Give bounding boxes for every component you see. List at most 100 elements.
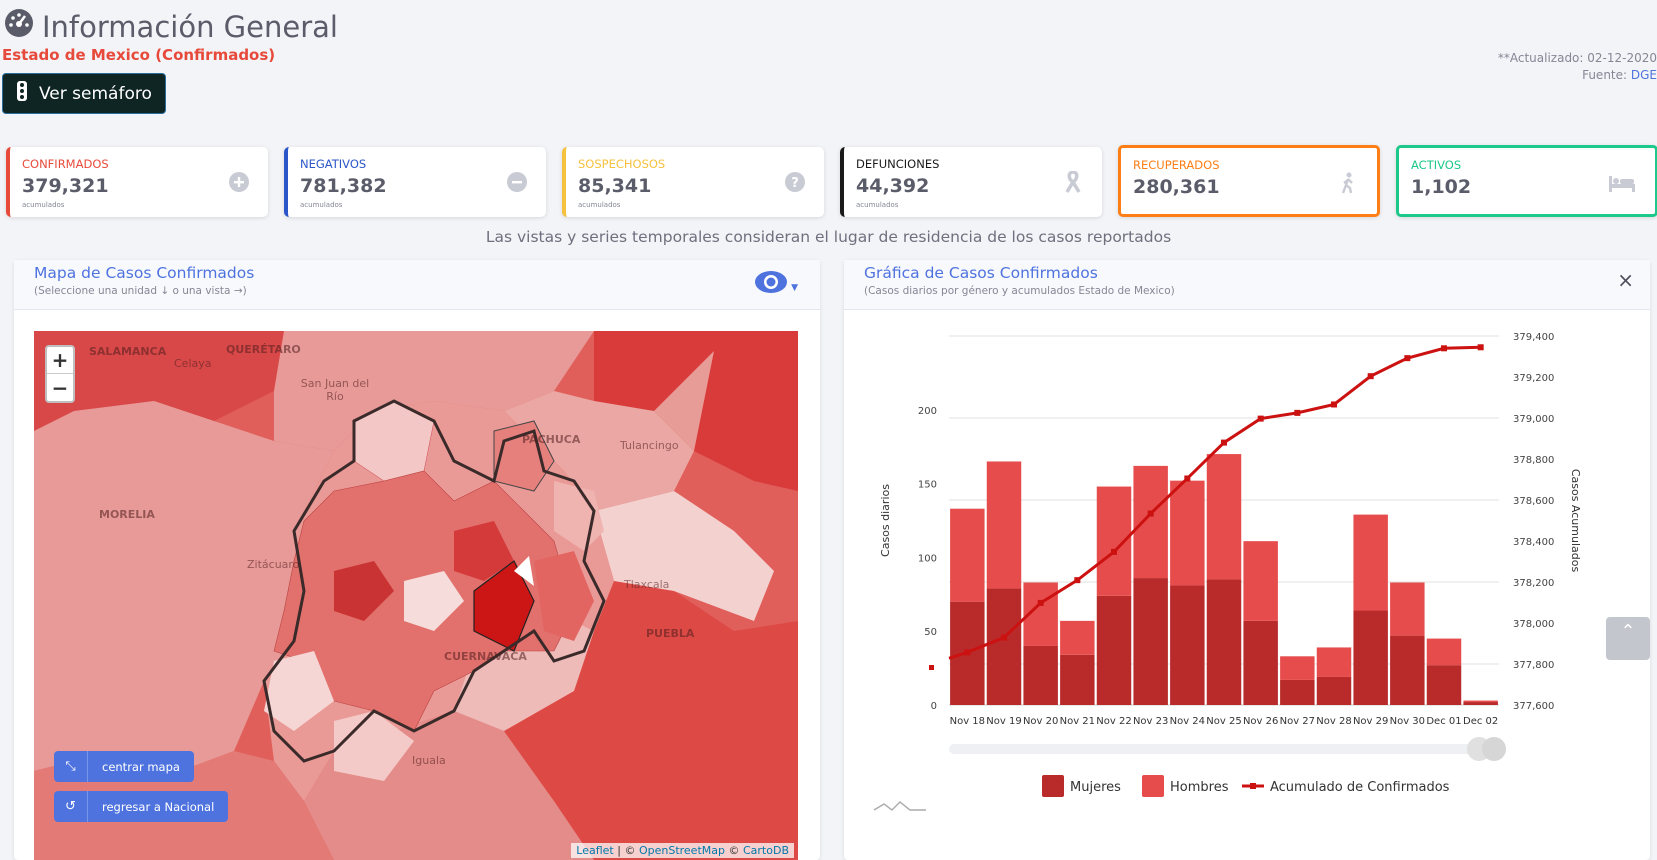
chart-panel-subtitle: (Casos diarios por género y acumulados E… — [864, 285, 1175, 297]
eye-icon — [754, 270, 788, 298]
cases-chart: 0 50 100 150 200 377,600 377,800 378,000 378,200… — [873, 332, 1582, 811]
source-line: Fuente: DGE — [1498, 67, 1657, 84]
zoom-control: + − — [45, 345, 75, 403]
stat-label: ACTIVOS — [1411, 158, 1462, 172]
y2-tick-label: 379,000 — [1513, 414, 1554, 425]
cumulative-point — [1404, 355, 1411, 362]
stat-sub: acumulados — [578, 201, 621, 209]
y2-tick-label: 377,600 — [1513, 701, 1554, 712]
source-link[interactable]: DGE — [1631, 68, 1657, 82]
bar-mujeres — [1206, 579, 1242, 705]
semaforo-button[interactable]: Ver semáforo — [2, 73, 166, 114]
bar-hombres — [1243, 541, 1278, 621]
stat-label: NEGATIVOS — [300, 157, 367, 171]
stat-label: CONFIRMADOS — [22, 157, 109, 171]
y-tick-label: 0 — [931, 701, 937, 712]
x-tick-label: Nov 26 — [1243, 716, 1278, 727]
bar-mujeres — [1280, 679, 1315, 705]
leaflet-link[interactable]: Leaflet — [576, 844, 613, 857]
legend-swatch — [1042, 775, 1064, 797]
bar-mujeres — [1426, 665, 1462, 705]
dashboard-gauge-icon — [4, 8, 34, 45]
stat-card-defunciones: DEFUNCIONES 44,392 acumulados — [840, 147, 1102, 217]
bar-mujeres — [1096, 595, 1132, 705]
compress-icon: ⤡ — [54, 751, 88, 782]
osm-link[interactable]: OpenStreetMap — [639, 844, 725, 857]
x-tick-label: Nov 25 — [1206, 716, 1241, 727]
svg-text:?: ? — [791, 176, 799, 191]
bar-hombres — [1426, 638, 1462, 666]
chevron-up-icon: ⌃ — [1620, 621, 1636, 642]
stat-value: 44,392 — [856, 175, 930, 197]
x-tick-label: Nov 23 — [1133, 716, 1168, 727]
bar-hombres — [1280, 656, 1315, 680]
update-info: **Actualizado: 02-12-2020 Fuente: DGE — [1498, 50, 1657, 84]
stat-sub: acumulados — [300, 201, 343, 209]
map-attribution: Leaflet | © OpenStreetMap © CartoDB — [571, 843, 794, 858]
return-national-label: regresar a Nacional — [102, 799, 215, 814]
bar-mujeres — [1390, 635, 1425, 705]
stat-value: 379,321 — [22, 175, 109, 197]
y2-tick-label: 378,600 — [1513, 496, 1554, 507]
bar-mujeres — [986, 588, 1022, 705]
stat-card-negativos: NEGATIVOS 781,382 acumulados — [284, 147, 546, 217]
y-tick-label: 50 — [924, 627, 937, 638]
zoom-out-button[interactable]: − — [47, 374, 73, 401]
bar-hombres — [1133, 465, 1168, 579]
y2-tick-label: 379,400 — [1513, 332, 1554, 343]
stat-value: 280,361 — [1133, 176, 1220, 198]
zoom-in-button[interactable]: + — [47, 347, 73, 374]
legend-label: Acumulado de Confirmados — [1270, 780, 1450, 795]
close-chart-button[interactable]: × — [1617, 268, 1634, 292]
bar-mujeres — [1316, 676, 1352, 705]
y-axis-title: Casos diarios — [879, 484, 892, 557]
chart-panel: Gráfica de Casos Confirmados (Casos diar… — [844, 260, 1650, 860]
page-title-text: Información General — [42, 9, 338, 44]
x-tick-label: Nov 28 — [1316, 716, 1351, 727]
stat-label: SOSPECHOSOS — [578, 157, 666, 171]
place-label: PACHUCA — [522, 433, 581, 446]
legend-swatch — [1142, 775, 1164, 797]
stat-value: 1,102 — [1411, 176, 1472, 198]
semaforo-label: Ver semáforo — [39, 83, 152, 104]
center-map-label: centrar mapa — [102, 759, 180, 774]
cumulative-point — [1074, 577, 1081, 584]
scroll-to-top-button[interactable]: ⌃ — [1606, 617, 1650, 660]
residence-note: Las vistas y series temporales considera… — [485, 228, 1172, 246]
bed-icon — [1607, 172, 1637, 194]
y2-tick-label: 378,200 — [1513, 578, 1554, 589]
return-national-button[interactable]: ↺ regresar a Nacional — [54, 791, 229, 822]
cumulative-point — [1367, 373, 1374, 380]
stat-sub: acumulados — [856, 201, 899, 209]
page-title: Información General — [4, 8, 338, 45]
view-selector[interactable]: ▼ — [754, 270, 798, 298]
map-canvas[interactable]: SALAMANCA QUERÉTARO Celaya San Juan del … — [34, 331, 798, 860]
question-circle-icon: ? — [784, 171, 806, 193]
stat-sub: acumulados — [22, 201, 65, 209]
y2-tick-label: 378,800 — [1513, 455, 1554, 466]
y-tick-label: 100 — [918, 553, 937, 564]
page-subtitle: Estado de Mexico (Confirmados) — [2, 46, 276, 64]
stat-label: RECUPERADOS — [1133, 158, 1220, 172]
bar-mujeres — [1353, 610, 1388, 705]
y2-axis-title: Casos Acumulados — [1569, 469, 1582, 573]
cartodb-link[interactable]: CartoDB — [743, 844, 789, 857]
center-map-button[interactable]: ⤡ centrar mapa — [54, 751, 194, 782]
y2-tick-label: 378,000 — [1513, 619, 1554, 630]
cumulative-point — [964, 649, 971, 656]
cumulative-point — [1257, 415, 1264, 422]
stat-value: 85,341 — [578, 175, 652, 197]
stat-value: 781,382 — [300, 175, 387, 197]
cumulative-start-marker — [929, 665, 934, 670]
place-label: SALAMANCA — [89, 345, 167, 358]
y2-tick-label: 378,400 — [1513, 537, 1554, 548]
x-tick-label: Nov 21 — [1060, 716, 1095, 727]
map-panel-header: Mapa de Casos Confirmados (Seleccione un… — [14, 260, 820, 310]
x-tick-label: Nov 29 — [1353, 716, 1388, 727]
cumulative-point — [1221, 439, 1227, 446]
legend-swatch — [1250, 783, 1256, 789]
ribbon-icon — [1062, 171, 1084, 193]
place-label: Zitácuaro — [247, 558, 300, 571]
x-tick-label: Dec 02 — [1463, 716, 1498, 727]
y2-tick-label: 379,200 — [1513, 373, 1554, 384]
